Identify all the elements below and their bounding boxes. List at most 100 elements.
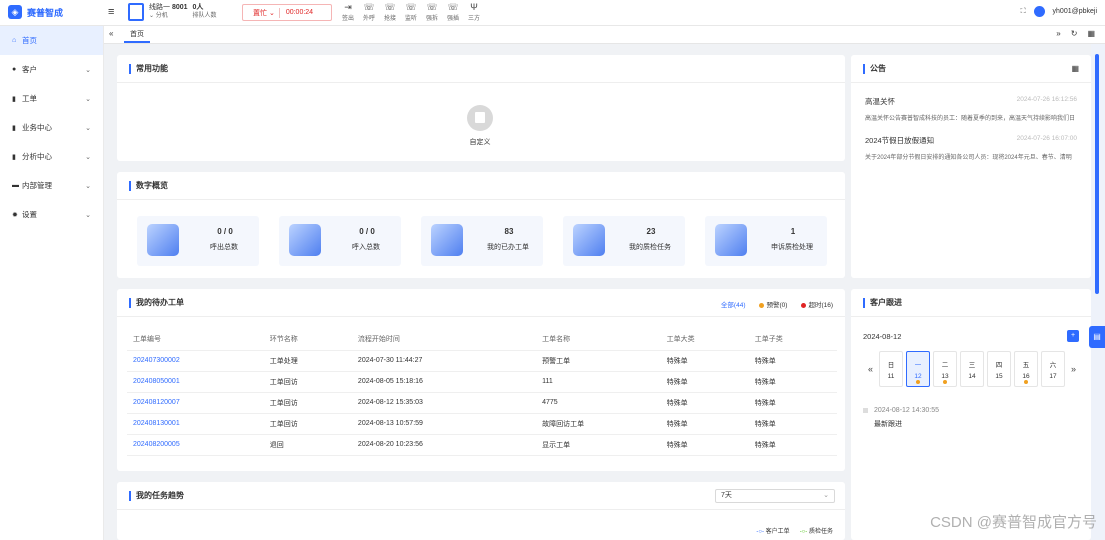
table-cell: 2024-08-12 15:35:03 xyxy=(351,392,537,414)
ticket-id-link[interactable]: 202408120007 xyxy=(127,392,264,414)
calendar-day[interactable]: 一 12 xyxy=(906,351,931,387)
side-panel-button[interactable]: ▤ xyxy=(1089,326,1105,348)
stat-tile[interactable]: 0 / 0 呼入总数 xyxy=(279,216,401,266)
phone-out-icon: ☏ xyxy=(363,2,375,12)
control-logout[interactable]: ⇥ 签出 xyxy=(340,2,356,22)
expand-tabs-icon[interactable]: » xyxy=(1056,29,1060,38)
tab-home[interactable]: 首页 xyxy=(124,28,150,43)
sidebar-item-3[interactable]: ▮ 业务中心 ⌄ xyxy=(0,113,103,142)
home-icon: ⌂ xyxy=(12,37,17,44)
user-name[interactable]: yh001@pbkeji xyxy=(1053,8,1097,15)
prev-week-icon[interactable]: « xyxy=(865,364,876,374)
sidebar-item-label: 客户 xyxy=(22,65,37,74)
queue-count: 0人 xyxy=(192,4,204,11)
line-name[interactable]: 线路一 xyxy=(149,4,170,11)
collapse-sidebar-icon[interactable]: « xyxy=(109,29,113,38)
filter-all[interactable]: 全部(44) xyxy=(721,299,746,309)
custom-label: 自定义 xyxy=(469,139,491,146)
notice-title[interactable]: 高温关怀 xyxy=(865,96,895,107)
customize-icon xyxy=(467,105,493,131)
table-row[interactable]: 202408200005 退回 2024-08-20 10:23:56 显示工单 特殊单… xyxy=(127,434,837,456)
filter-timeout[interactable]: 超时(16) xyxy=(801,299,833,309)
table-cell: 工单回访 xyxy=(263,392,352,414)
ticket-id-link[interactable]: 202408050001 xyxy=(127,371,264,393)
avatar[interactable] xyxy=(1033,6,1045,17)
calendar-day[interactable]: 五 16 xyxy=(1014,351,1039,387)
legend-qc-task[interactable]: -○- 质检任务 xyxy=(800,526,833,535)
control-phone-intercept[interactable]: ☏ 强拆 xyxy=(424,2,440,22)
table-row[interactable]: 202408130001 工单回访 2024-08-13 10:57:59 故障回访工… xyxy=(127,413,837,435)
chevron-down-icon: ⌄ xyxy=(268,9,275,17)
selected-date: 2024-08-12 xyxy=(863,332,902,341)
day-number: 13 xyxy=(941,372,949,380)
control-label: 监听 xyxy=(404,16,417,22)
sidebar-item-5[interactable]: ▬ 内部管理 ⌄ xyxy=(0,171,103,200)
table-row[interactable]: 202408120007 工单回访 2024-08-12 15:35:03 4775 特… xyxy=(127,392,837,414)
more-grid-icon[interactable]: ▦ xyxy=(1071,64,1079,73)
chevron-down-icon: ⌄ xyxy=(85,95,91,103)
calendar-day[interactable]: 六 17 xyxy=(1041,351,1066,387)
entry-marker-icon xyxy=(863,408,868,413)
sidebar-item-4[interactable]: ▮ 分析中心 ⌄ xyxy=(0,142,103,171)
table-cell: 111 xyxy=(536,371,661,393)
card-title: 常用功能 xyxy=(136,64,168,73)
add-followup-button[interactable]: + xyxy=(1067,330,1079,342)
timeout-dot-icon xyxy=(801,302,807,308)
sidebar-item-2[interactable]: ▮ 工单 ⌄ xyxy=(0,84,103,113)
table-cell: 特殊单 xyxy=(748,371,837,393)
brand-logo-icon: ◈ xyxy=(8,5,22,19)
sidebar-item-1[interactable]: ● 客户 ⌄ xyxy=(0,55,103,84)
day-number: 12 xyxy=(914,372,922,380)
calendar-day[interactable]: 二 13 xyxy=(933,351,958,387)
ticket-id-link[interactable]: 202407300002 xyxy=(127,350,264,372)
logo[interactable]: ◈ 赛普智成 xyxy=(8,5,63,19)
stat-tile[interactable]: 83 我的已办工单 xyxy=(421,216,543,266)
table-row[interactable]: 202407300002 工单处理 2024-07-30 11:44:27 预警工单特… xyxy=(127,350,837,372)
column-header: 流程开始时间 xyxy=(351,329,537,351)
state-select[interactable]: 置忙 xyxy=(253,10,267,17)
ticket-id-link[interactable]: 202408200005 xyxy=(127,434,264,456)
control-phone-insert[interactable]: ☏ 强插 xyxy=(445,2,461,22)
scroll-thumb[interactable] xyxy=(1095,54,1099,294)
calendar-day[interactable]: 日 11 xyxy=(879,351,904,387)
phone-monitor-icon: ☏ xyxy=(405,2,417,12)
day-of-week: 五 xyxy=(1022,361,1030,369)
notice-title[interactable]: 2024节假日放假通知 xyxy=(865,135,934,146)
filter-warning[interactable]: 预警(0) xyxy=(759,299,787,309)
sidebar-item-6[interactable]: ✹ 设置 ⌄ xyxy=(0,200,103,229)
chart-legend: -○- 客户工单 -○- 质检任务 xyxy=(756,526,833,535)
stat-label: 申诉质检处理 xyxy=(771,244,813,251)
sidebar-item-label: 内部管理 xyxy=(22,181,52,190)
grid-icon[interactable]: ▦ xyxy=(1087,29,1095,38)
notice-item[interactable]: 高温关怀 2024-07-26 16:12:56 高温关怀公告赛普智成科技的员工：随… xyxy=(865,96,1077,122)
next-week-icon[interactable]: » xyxy=(1068,364,1079,374)
sidebar-item-0[interactable]: ⌂ 首页 xyxy=(0,26,103,55)
agent-state[interactable]: 置忙 ⌄ 00:00:24 xyxy=(242,4,332,21)
calendar-day[interactable]: 三 14 xyxy=(960,351,985,387)
page-scrollbar[interactable] xyxy=(1091,44,1105,540)
stat-tile[interactable]: 0 / 0 呼出总数 xyxy=(137,216,259,266)
stat-tile[interactable]: 1 申诉质检处理 xyxy=(705,216,827,266)
stat-value: 83 xyxy=(504,227,514,236)
control-phone-grab[interactable]: ☏ 抢接 xyxy=(382,2,398,22)
notice-time: 2024-07-26 16:12:56 xyxy=(1016,96,1077,103)
menu-toggle-icon[interactable]: ≡ xyxy=(108,6,114,18)
refresh-icon[interactable]: ↻ xyxy=(1071,29,1078,38)
tab-bar: « 首页 » ↻ ▦ xyxy=(104,26,1105,44)
notice-item[interactable]: 2024节假日放假通知 2024-07-26 16:07:00 关于2024年部分节… xyxy=(865,135,1077,161)
table-header: 工单编号 环节名称 流程开始时间 工单名称 工单大类 工单子类 xyxy=(127,329,837,351)
custom-button[interactable]: 自定义 xyxy=(467,105,493,147)
ticket-id-link[interactable]: 202408130001 xyxy=(127,413,264,435)
calendar-day[interactable]: 四 15 xyxy=(987,351,1012,387)
control-phone-monitor[interactable]: ☏ 监听 xyxy=(403,2,419,22)
table-row[interactable]: 202408050001 工单回访 2024-08-05 15:18:16 111 特殊… xyxy=(127,371,837,393)
fullscreen-icon[interactable]: ⛶ xyxy=(1021,8,1026,16)
control-phone-out[interactable]: ☏ 外呼 xyxy=(361,2,377,22)
legend-customer-ticket[interactable]: -○- 客户工单 xyxy=(756,526,789,535)
control-three-way[interactable]: Ψ 三方 xyxy=(466,2,482,22)
todo-table: 工单编号 环节名称 流程开始时间 工单名称 工单大类 工单子类 202407300002 工… xyxy=(127,329,837,456)
line-dropdown-icon[interactable]: ⌄ xyxy=(149,13,154,19)
column-header: 工单子类 xyxy=(748,329,837,351)
range-select[interactable]: 7天 ⌄ xyxy=(715,489,835,503)
stat-tile[interactable]: 23 我的质检任务 xyxy=(563,216,685,266)
